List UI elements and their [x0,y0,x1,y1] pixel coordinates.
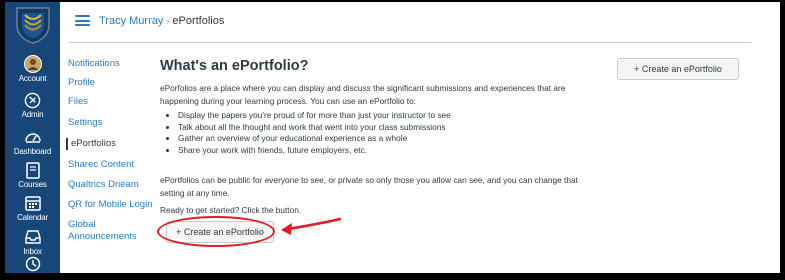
speedometer-icon [24,128,42,146]
user-nav-files[interactable]: Files [68,96,88,108]
privacy-text: ePortfolios can be public for everyone t… [160,175,578,198]
annotation-circle [157,216,275,247]
calendar-icon [24,194,42,212]
page-title: What's an ePortfolio? [160,58,309,74]
screenshot-frame: Account Admin Dashboard Courses Calendar [0,0,785,280]
shield-icon [24,91,42,109]
user-nav-qr-login[interactable]: QR for Mobile Login [68,199,152,211]
list-item: Talk about all the thought and work that… [178,122,590,134]
global-nav-admin[interactable]: Admin [5,91,60,129]
intro-text: ePorfolios are a place where you can dis… [160,83,566,106]
global-nav: Account Admin Dashboard Courses Calendar [5,2,60,273]
list-item: Share your work with friends, future emp… [178,145,590,157]
list-item: Gather an overview of your educational e… [178,133,590,145]
global-nav-label: Calendar [17,213,48,222]
global-nav-label: Admin [21,110,44,119]
hamburger-menu-icon[interactable] [75,15,90,26]
user-nav-qualtrics[interactable]: Qualtrics Drieam [68,179,139,191]
annotation-arrow-icon [281,217,342,235]
breadcrumb: Tracy Murray › ePortfolios [99,15,224,27]
sidebar-create-eportfolio-button[interactable]: + Create an ePortfolio [617,58,739,80]
list-item: Display the papers you're proud of for m… [178,110,590,122]
canvas-window: Account Admin Dashboard Courses Calendar [5,2,780,273]
top-bar: Tracy Murray › ePortfolios [60,2,780,40]
nav-label-line: Global [68,219,96,230]
user-nav-eportfolios[interactable]: ePortfolios [66,138,116,150]
global-nav-calendar[interactable]: Calendar [5,194,60,232]
breadcrumb-user-link[interactable]: Tracy Murray [99,15,163,27]
global-nav-label: Courses [18,180,47,189]
shield-logo-icon [15,6,50,44]
benefits-list: Display the papers you're proud of for m… [170,110,590,156]
breadcrumb-current: ePortfolios [172,15,225,27]
ready-text: Ready to get started? Click the button. [160,205,302,215]
global-nav-history[interactable] [5,255,60,273]
institution-logo[interactable] [5,2,60,47]
header-divider [69,42,751,43]
user-nav-shared-content[interactable]: Sharec Content [68,159,134,171]
global-nav-label: Dashboard [13,147,52,156]
user-nav-global-announcements[interactable]: Global Announcements [68,219,137,243]
global-nav-label: Account [18,74,47,83]
user-nav-notifications[interactable]: Notifications [68,58,120,70]
global-nav-account[interactable]: Account [5,55,60,93]
history-icon [24,255,42,273]
user-nav-settings[interactable]: Settings [68,117,102,129]
nav-label-line: Announcements [68,231,137,242]
breadcrumb-separator: › [166,16,170,26]
user-nav-profile[interactable]: Profile [68,77,95,89]
avatar-icon [23,55,42,73]
book-icon [24,161,42,179]
inbox-icon [24,228,42,246]
